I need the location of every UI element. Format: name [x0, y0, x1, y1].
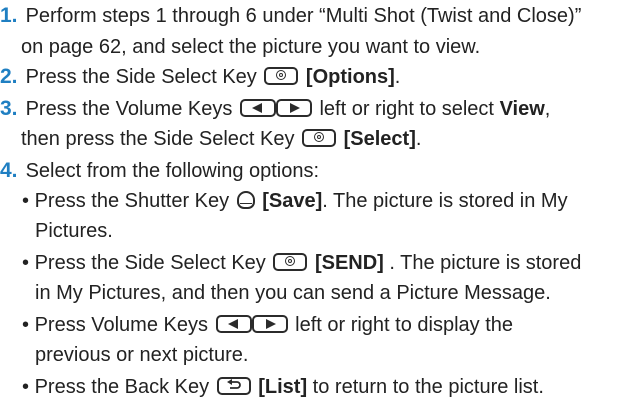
select-key-label: [Select]	[343, 128, 416, 150]
option-send-text: Press the Side Select Key	[34, 252, 266, 274]
step-3-line-2: then press the Side Select Key	[21, 128, 295, 150]
option-save-after: . The picture is stored in My	[322, 190, 568, 212]
option-save-line-2: Pictures.	[35, 220, 113, 242]
view-option-label: View	[499, 98, 545, 120]
volume-up-key-icon	[275, 98, 312, 117]
bullet: •	[22, 190, 30, 212]
step-3-middle: left or right to select	[319, 98, 494, 120]
step-3-end: .	[415, 128, 422, 150]
volume-down-key-icon	[215, 314, 252, 333]
save-key-label: [Save]	[262, 190, 323, 212]
list-key-label: [List]	[258, 376, 308, 398]
option-list: • Press the Back Key [List] to return to…	[22, 373, 544, 401]
option-browse-text: Press Volume Keys	[34, 314, 208, 336]
option-browse-continuation: previous or next picture.	[35, 341, 248, 369]
step-number: 2.	[0, 65, 18, 88]
side-select-key-icon	[273, 252, 308, 271]
step-2: 2. Press the Side Select Key [Options].	[0, 63, 400, 91]
step-1-line-1: Perform steps 1 through 6 under “Multi S…	[25, 5, 582, 27]
side-select-key-icon	[264, 66, 299, 85]
step-4-text: Select from the following options:	[25, 160, 320, 182]
volume-up-key-icon	[251, 314, 288, 333]
bullet: •	[22, 376, 30, 398]
step-number: 4.	[0, 159, 18, 182]
option-save-text: Press the Shutter Key	[34, 190, 230, 212]
option-send-continuation: in My Pictures, and then you can send a …	[35, 279, 551, 307]
step-3-comma: ,	[544, 98, 551, 120]
option-save: • Press the Shutter Key [Save]. The pict…	[22, 187, 568, 215]
option-send-after: . The picture is stored	[383, 252, 582, 274]
step-3-continuation: then press the Side Select Key [Select].	[21, 125, 421, 153]
step-1-continuation: on page 62, and select the picture you w…	[21, 33, 480, 61]
step-number: 1.	[0, 4, 18, 27]
bullet: •	[22, 252, 30, 274]
step-3-text: Press the Volume Keys	[25, 98, 233, 120]
option-browse-after: left or right to display the	[295, 314, 514, 336]
manual-page: 1. Perform steps 1 through 6 under “Mult…	[0, 0, 643, 413]
option-save-continuation: Pictures.	[35, 217, 113, 245]
step-2-text: Press the Side Select Key	[25, 66, 257, 88]
option-browse-line-2: previous or next picture.	[35, 344, 249, 366]
options-key-label: [Options]	[305, 66, 395, 88]
bullet: •	[22, 314, 30, 336]
send-key-label: [SEND]	[314, 252, 384, 274]
step-1: 1. Perform steps 1 through 6 under “Mult…	[0, 2, 581, 30]
step-1-line-2: on page 62, and select the picture you w…	[21, 36, 481, 58]
step-4: 4. Select from the following options:	[0, 157, 319, 185]
option-list-text: Press the Back Key	[34, 376, 210, 398]
volume-down-key-icon	[239, 98, 276, 117]
option-send: • Press the Side Select Key [SEND] . The…	[22, 249, 581, 277]
side-select-key-icon	[302, 128, 337, 147]
step-2-end: .	[394, 66, 401, 88]
option-list-after: to return to the picture list.	[307, 376, 544, 398]
step-3: 3. Press the Volume Keys left or right t…	[0, 95, 550, 123]
option-send-line-2: in My Pictures, and then you can send a …	[35, 282, 551, 304]
option-browse: • Press Volume Keys left or right to dis…	[22, 311, 513, 339]
shutter-key-icon	[236, 190, 255, 209]
step-number: 3.	[0, 97, 18, 120]
back-key-icon	[216, 376, 251, 395]
